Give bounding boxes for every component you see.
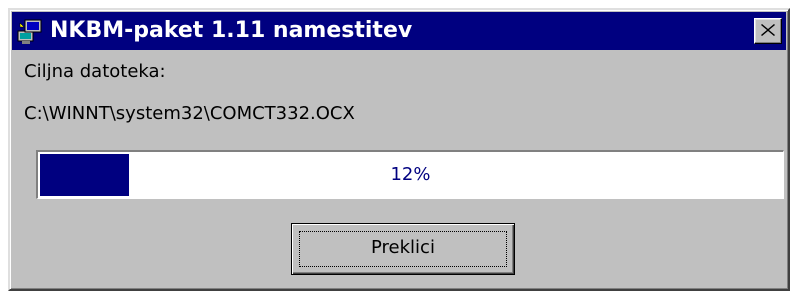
progress-percent: 12% [390, 164, 431, 185]
close-button[interactable] [754, 18, 782, 44]
target-file-label: Ciljna datoteka: [24, 61, 166, 82]
installer-window: NKBM-paket 1.11 namestitev Ciljna datote… [8, 8, 790, 291]
cancel-button-label: Preklici [371, 237, 435, 258]
progress-bar: 12% [36, 150, 784, 199]
title-bar[interactable]: NKBM-paket 1.11 namestitev [12, 12, 786, 50]
window-title: NKBM-paket 1.11 namestitev [50, 18, 413, 43]
cancel-button[interactable]: Preklici [291, 223, 515, 275]
installer-computer-icon [16, 17, 44, 45]
target-file-path: C:\WINNT\system32\COMCT332.OCX [24, 103, 355, 124]
